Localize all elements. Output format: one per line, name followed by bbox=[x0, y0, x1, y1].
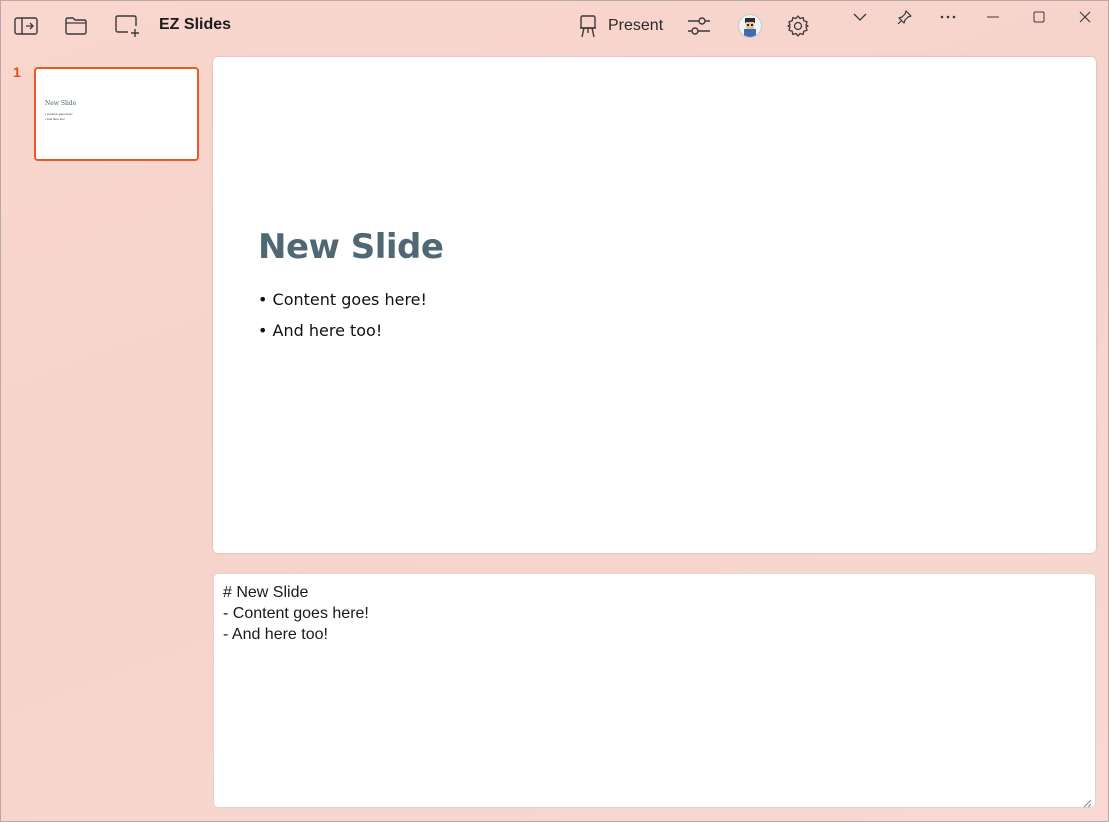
slide-bullet: • Content goes here! bbox=[258, 290, 427, 309]
present-label: Present bbox=[608, 17, 664, 34]
present-button[interactable]: Present bbox=[578, 13, 663, 39]
new-slide-button[interactable] bbox=[114, 14, 140, 38]
maximize-button[interactable] bbox=[1030, 8, 1048, 26]
title-bar: EZ Slides Present bbox=[0, 0, 1109, 52]
more-button[interactable] bbox=[939, 8, 957, 26]
sidebar-toggle-icon bbox=[14, 17, 38, 35]
slide-preview: New Slide • Content goes here! • And her… bbox=[213, 57, 1096, 553]
slide-bullet: • And here too! bbox=[258, 321, 383, 340]
editor-line: # New Slide bbox=[223, 584, 309, 601]
close-icon bbox=[1079, 11, 1091, 23]
account-button[interactable] bbox=[738, 14, 762, 38]
maximize-icon bbox=[1033, 11, 1045, 23]
chevron-down-icon bbox=[853, 12, 867, 22]
sliders-icon bbox=[687, 15, 711, 37]
sidebar-toggle-button[interactable] bbox=[13, 15, 39, 37]
close-button[interactable] bbox=[1076, 8, 1094, 26]
new-slide-icon bbox=[114, 14, 140, 38]
minimize-icon bbox=[987, 16, 999, 18]
thumbnail-bullet: • Content goes here! bbox=[45, 112, 73, 116]
editor-line: - Content goes here! bbox=[223, 605, 369, 622]
markdown-editor[interactable]: # New Slide - Content goes here! - And h… bbox=[213, 573, 1096, 808]
pin-icon bbox=[897, 9, 913, 25]
gear-icon bbox=[786, 14, 810, 38]
app-title: EZ Slides bbox=[159, 16, 232, 33]
thumbnail-title: New Slide bbox=[45, 100, 77, 107]
avatar bbox=[738, 14, 762, 38]
editor-line: - And here too! bbox=[223, 626, 328, 643]
resize-grip-icon[interactable] bbox=[1083, 795, 1092, 808]
slide-title: New Slide bbox=[258, 227, 444, 267]
pin-button[interactable] bbox=[896, 8, 914, 26]
collapse-button[interactable] bbox=[851, 8, 869, 26]
more-icon bbox=[940, 15, 956, 19]
open-folder-button[interactable] bbox=[63, 15, 89, 37]
folder-icon bbox=[64, 16, 88, 36]
slide-thumbnail[interactable]: New Slide • Content goes here! • And her… bbox=[34, 67, 199, 161]
present-easel-icon bbox=[578, 14, 598, 38]
settings-button[interactable] bbox=[786, 14, 810, 38]
thumbnail-bullet: • And here too! bbox=[45, 117, 65, 121]
settings-sliders-button[interactable] bbox=[686, 14, 712, 38]
slide-number: 1 bbox=[13, 64, 21, 80]
minimize-button[interactable] bbox=[984, 8, 1002, 26]
